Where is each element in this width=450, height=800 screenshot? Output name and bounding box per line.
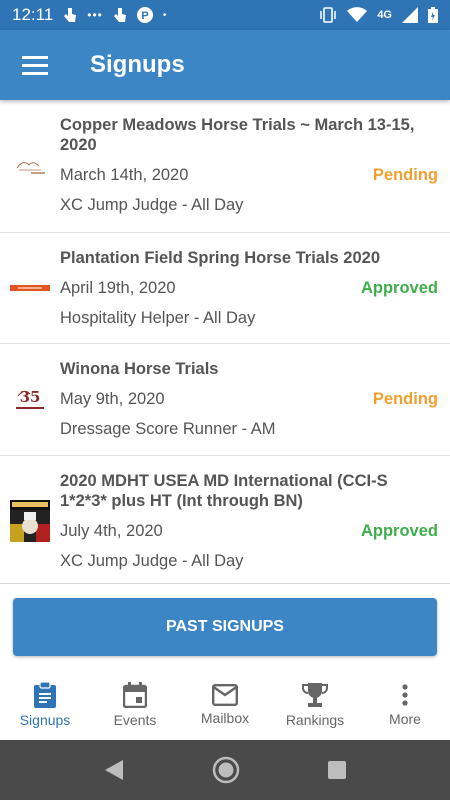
battery-icon (428, 7, 438, 23)
role-label: Hospitality Helper - All Day (60, 309, 256, 327)
maryland-logo (10, 500, 50, 542)
role-label: XC Jump Judge - All Day (60, 552, 244, 570)
event-date: March 14th, 2020 (60, 166, 189, 184)
event-title: Copper Meadows Horse Trials ~ March 13-1… (60, 116, 415, 154)
dot-icon: • (162, 9, 167, 21)
svg-text:35: 35 (20, 388, 41, 406)
nav-label: Rankings (285, 712, 345, 728)
event-title: 2020 MDHT USEA MD International (CCI-S 1… (60, 472, 388, 510)
svg-text:P: P (141, 10, 148, 22)
system-nav-bar (0, 740, 450, 800)
clock: 12:11 (12, 5, 54, 24)
nav-label: Events (113, 712, 157, 728)
signup-row[interactable]: Copper Meadows Horse Trials ~ March 13-1… (0, 100, 450, 233)
app-bar: Signups (0, 30, 450, 100)
recents-icon[interactable] (327, 760, 347, 780)
hamburger-icon (22, 56, 48, 75)
status-bar: 12:11 ••• P • 4G (0, 0, 450, 30)
winona-logo: 35 (16, 388, 44, 409)
bottom-nav: Signups Events Mailbox Rankings More (0, 670, 450, 740)
status-badge: Pending (372, 166, 438, 184)
vibrate-icon (320, 7, 337, 23)
event-logo (0, 456, 60, 583)
event-date: May 9th, 2020 (60, 390, 165, 408)
event-logo: 35 (0, 344, 60, 455)
clipboard-icon (34, 682, 56, 708)
wifi-icon (347, 7, 368, 22)
back-icon[interactable] (103, 759, 125, 781)
dots-icon: ••• (87, 8, 103, 22)
status-badge: Approved (360, 279, 438, 297)
event-title: Plantation Field Spring Horse Trials 202… (60, 249, 381, 267)
status-badge: Approved (360, 522, 438, 540)
signup-row[interactable]: 2020 MDHT USEA MD International (CCI-S 1… (0, 456, 450, 583)
nav-label: Mailbox (200, 710, 250, 726)
event-logo (0, 100, 60, 232)
event-title: Winona Horse Trials (60, 360, 219, 378)
trophy-icon (302, 683, 328, 707)
divider (0, 583, 450, 584)
signal-icon (402, 7, 418, 23)
page-title: Signups (90, 51, 185, 78)
signup-row[interactable]: Plantation Field Spring Horse Trials 202… (0, 233, 450, 344)
past-signups-button[interactable]: PAST SIGNUPS (13, 598, 437, 656)
parking-icon: P (136, 7, 153, 23)
network-type: 4G (377, 9, 392, 21)
mail-icon (212, 684, 238, 706)
nav-item-signups[interactable]: Signups (0, 670, 90, 740)
plantation-field-logo (10, 285, 50, 291)
event-date: July 4th, 2020 (60, 522, 163, 540)
status-badge: Pending (372, 390, 438, 408)
nav-item-rankings[interactable]: Rankings (270, 670, 360, 740)
signup-row[interactable]: 35 Winona Horse Trials May 9th, 2020 Pen… (0, 344, 450, 456)
role-label: Dressage Score Runner - AM (60, 420, 276, 438)
signup-list: Copper Meadows Horse Trials ~ March 13-1… (0, 100, 450, 583)
nav-label: Signups (19, 712, 71, 728)
nav-item-events[interactable]: Events (90, 670, 180, 740)
event-date: April 19th, 2020 (60, 279, 176, 297)
gesture-icon (113, 8, 126, 22)
menu-button[interactable] (0, 30, 70, 100)
more-vert-icon (402, 684, 408, 706)
home-icon[interactable] (211, 755, 241, 785)
role-label: XC Jump Judge - All Day (60, 196, 244, 214)
copper-meadows-logo (16, 162, 45, 174)
event-logo (0, 233, 60, 343)
nav-item-more[interactable]: More (360, 670, 450, 740)
gesture-icon (64, 8, 77, 22)
calendar-icon (123, 682, 147, 708)
nav-label: More (389, 711, 421, 727)
nav-item-mailbox[interactable]: Mailbox (180, 670, 270, 740)
